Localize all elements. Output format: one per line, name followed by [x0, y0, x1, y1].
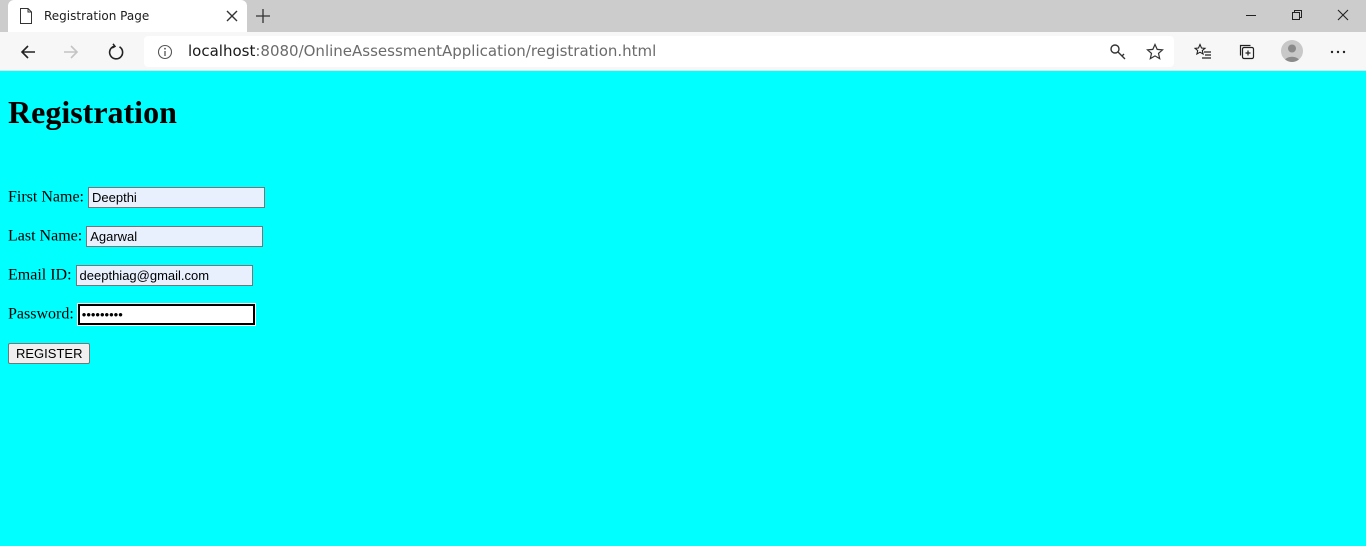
close-icon[interactable] [226, 10, 238, 22]
tab-title: Registration Page [44, 9, 150, 23]
favorites-button[interactable] [1190, 39, 1216, 65]
close-window-icon [1337, 9, 1349, 21]
profile-silhouette-icon [1284, 44, 1300, 62]
first-name-row: First Name: [8, 187, 265, 208]
restore-icon [1292, 10, 1302, 20]
email-row: Email ID: [8, 265, 253, 286]
browser-toolbar: localhost:8080/OnlineAssessmentApplicati… [0, 32, 1366, 71]
last-name-input[interactable] [86, 226, 264, 247]
close-window-button[interactable] [1320, 0, 1366, 30]
collections-button[interactable] [1234, 39, 1260, 65]
last-name-row: Last Name: [8, 226, 264, 247]
more-button[interactable] [1325, 39, 1351, 65]
forward-button[interactable] [58, 39, 84, 65]
minimize-button[interactable] [1228, 0, 1274, 30]
page-title: Registration [8, 94, 177, 130]
address-bar[interactable]: localhost:8080/OnlineAssessmentApplicati… [144, 36, 1174, 67]
password-row: Password: [8, 304, 255, 325]
plus-icon[interactable] [255, 8, 271, 24]
restore-button[interactable] [1274, 0, 1320, 30]
refresh-button[interactable] [103, 39, 129, 65]
password-input[interactable] [77, 304, 255, 325]
favorites-icon [1194, 43, 1211, 59]
url-text[interactable]: localhost:8080/OnlineAssessmentApplicati… [188, 43, 656, 60]
tab-strip: Registration Page [0, 0, 1366, 32]
forward-arrow-icon [64, 45, 79, 59]
page-content: Registration First Name: Last Name: Emai… [0, 71, 1366, 546]
email-label: Email ID: [8, 266, 72, 284]
url-host: localhost [188, 42, 256, 60]
star-icon[interactable] [1146, 43, 1164, 61]
minimize-icon [1246, 15, 1256, 16]
profile-icon[interactable] [1281, 40, 1303, 62]
password-label: Password: [8, 305, 74, 323]
back-arrow-icon [20, 45, 35, 59]
first-name-label: First Name: [8, 188, 84, 206]
info-icon[interactable] [157, 44, 173, 60]
more-icon [1330, 50, 1346, 54]
key-icon[interactable] [1109, 43, 1127, 61]
browser-tab[interactable]: Registration Page [8, 0, 247, 32]
email-input[interactable] [75, 265, 253, 286]
url-path: :8080/OnlineAssessmentApplication/regist… [255, 42, 657, 60]
back-button[interactable] [15, 39, 41, 65]
first-name-input[interactable] [88, 187, 265, 208]
register-button[interactable]: REGISTER [8, 343, 91, 364]
page-icon [20, 8, 32, 24]
collections-icon [1239, 44, 1255, 60]
last-name-label: Last Name: [8, 227, 83, 245]
refresh-icon [108, 43, 124, 60]
